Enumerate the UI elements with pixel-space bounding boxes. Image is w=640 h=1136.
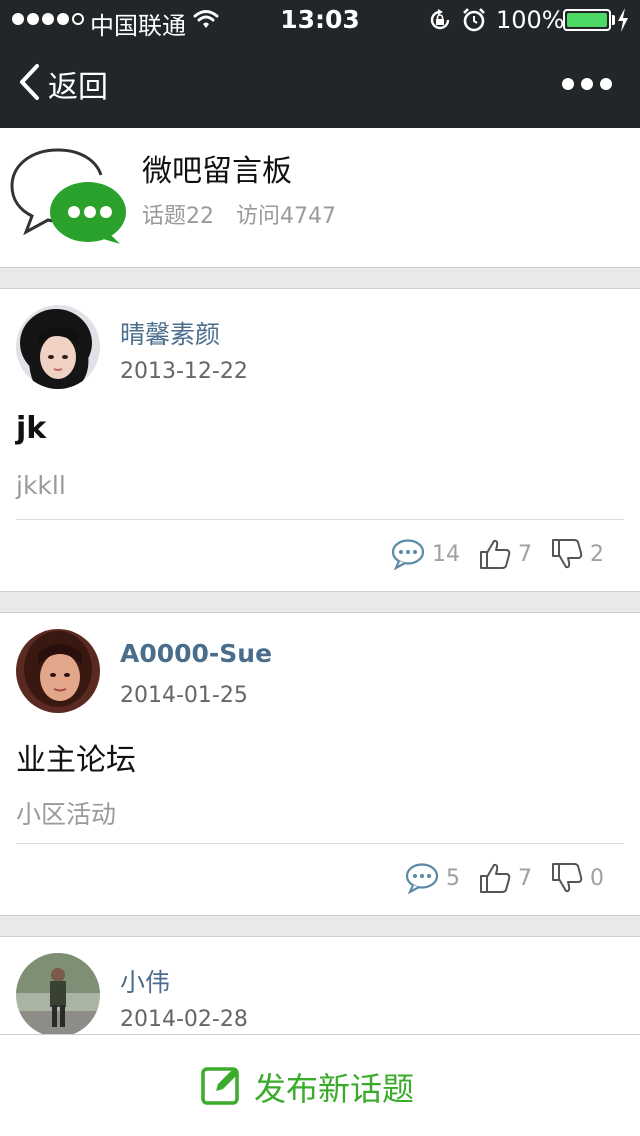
status-bar: 中国联通 13:03 100% (0, 0, 640, 40)
more-dots-icon[interactable] (562, 78, 612, 90)
post-author[interactable]: A0000-Sue (120, 639, 272, 668)
post-body: jkkll (16, 471, 66, 500)
post-date: 2014-01-25 (120, 683, 248, 708)
post-card[interactable]: 晴馨素颜 2013-12-22 jk jkkll 14 7 2 (0, 288, 640, 592)
like-count: 7 (518, 541, 532, 567)
rotation-lock-icon (428, 8, 452, 36)
post-author[interactable]: 小伟 (120, 963, 170, 999)
thumbs-up-icon (478, 861, 512, 895)
comment-count: 14 (432, 541, 460, 567)
dislike-count: 2 (590, 541, 604, 567)
divider (16, 519, 624, 520)
thumbs-down-icon (550, 861, 584, 895)
comment-button[interactable]: 5 (404, 862, 460, 894)
wifi-icon (193, 8, 219, 34)
battery-percentage: 100% (496, 6, 565, 34)
new-topic-label: 发布新话题 (254, 1070, 415, 1108)
dislike-button[interactable]: 2 (550, 537, 604, 571)
navigation-bar: 返回 (0, 40, 640, 128)
post-date: 2013-12-22 (120, 359, 248, 384)
dislike-button[interactable]: 0 (550, 861, 604, 895)
back-button[interactable]: 返回 (18, 63, 108, 105)
post-author[interactable]: 晴馨素颜 (120, 315, 220, 351)
board-header: 微吧留言板 话题22 访问4747 (0, 128, 640, 268)
like-count: 7 (518, 865, 532, 891)
chevron-left-icon (18, 63, 40, 105)
board-title: 微吧留言板 (142, 154, 292, 189)
avatar[interactable] (16, 305, 100, 389)
post-card[interactable]: A0000-Sue 2014-01-25 业主论坛 小区活动 5 7 0 (0, 612, 640, 916)
thumbs-down-icon (550, 537, 584, 571)
chat-bubbles-icon (8, 140, 132, 248)
comment-count: 5 (446, 865, 460, 891)
post-card[interactable]: 小伟 2014-02-28 (0, 936, 640, 1046)
carrier-name: 中国联通 (90, 12, 186, 40)
like-button[interactable]: 7 (478, 537, 532, 571)
clock: 13:03 (280, 5, 360, 34)
comment-icon (390, 538, 426, 570)
comment-button[interactable]: 14 (390, 538, 460, 570)
post-title: 业主论坛 (16, 743, 136, 778)
alarm-icon (462, 7, 486, 37)
avatar[interactable] (16, 953, 100, 1037)
post-actions: 5 7 0 (386, 861, 604, 895)
top-bar: 中国联通 13:03 100% 返回 (0, 0, 640, 128)
thumbs-up-icon (478, 537, 512, 571)
avatar[interactable] (16, 629, 100, 713)
board-stats: 话题22 访问4747 (142, 198, 336, 230)
like-button[interactable]: 7 (478, 861, 532, 895)
post-title: jk (16, 411, 47, 446)
new-topic-button[interactable]: 发布新话题 (0, 1034, 640, 1136)
divider (16, 843, 624, 844)
dislike-count: 0 (590, 865, 604, 891)
post-body: 小区活动 (16, 800, 117, 829)
edit-icon (200, 1063, 244, 1111)
topic-count: 话题22 (142, 204, 214, 229)
post-actions: 14 7 2 (372, 537, 604, 571)
visit-count: 访问4747 (236, 204, 336, 229)
post-date: 2014-02-28 (120, 1007, 248, 1032)
battery-icon (563, 9, 611, 31)
back-label: 返回 (48, 70, 108, 105)
charging-icon (617, 8, 629, 36)
comment-icon (404, 862, 440, 894)
signal-strength-icon (12, 13, 84, 25)
